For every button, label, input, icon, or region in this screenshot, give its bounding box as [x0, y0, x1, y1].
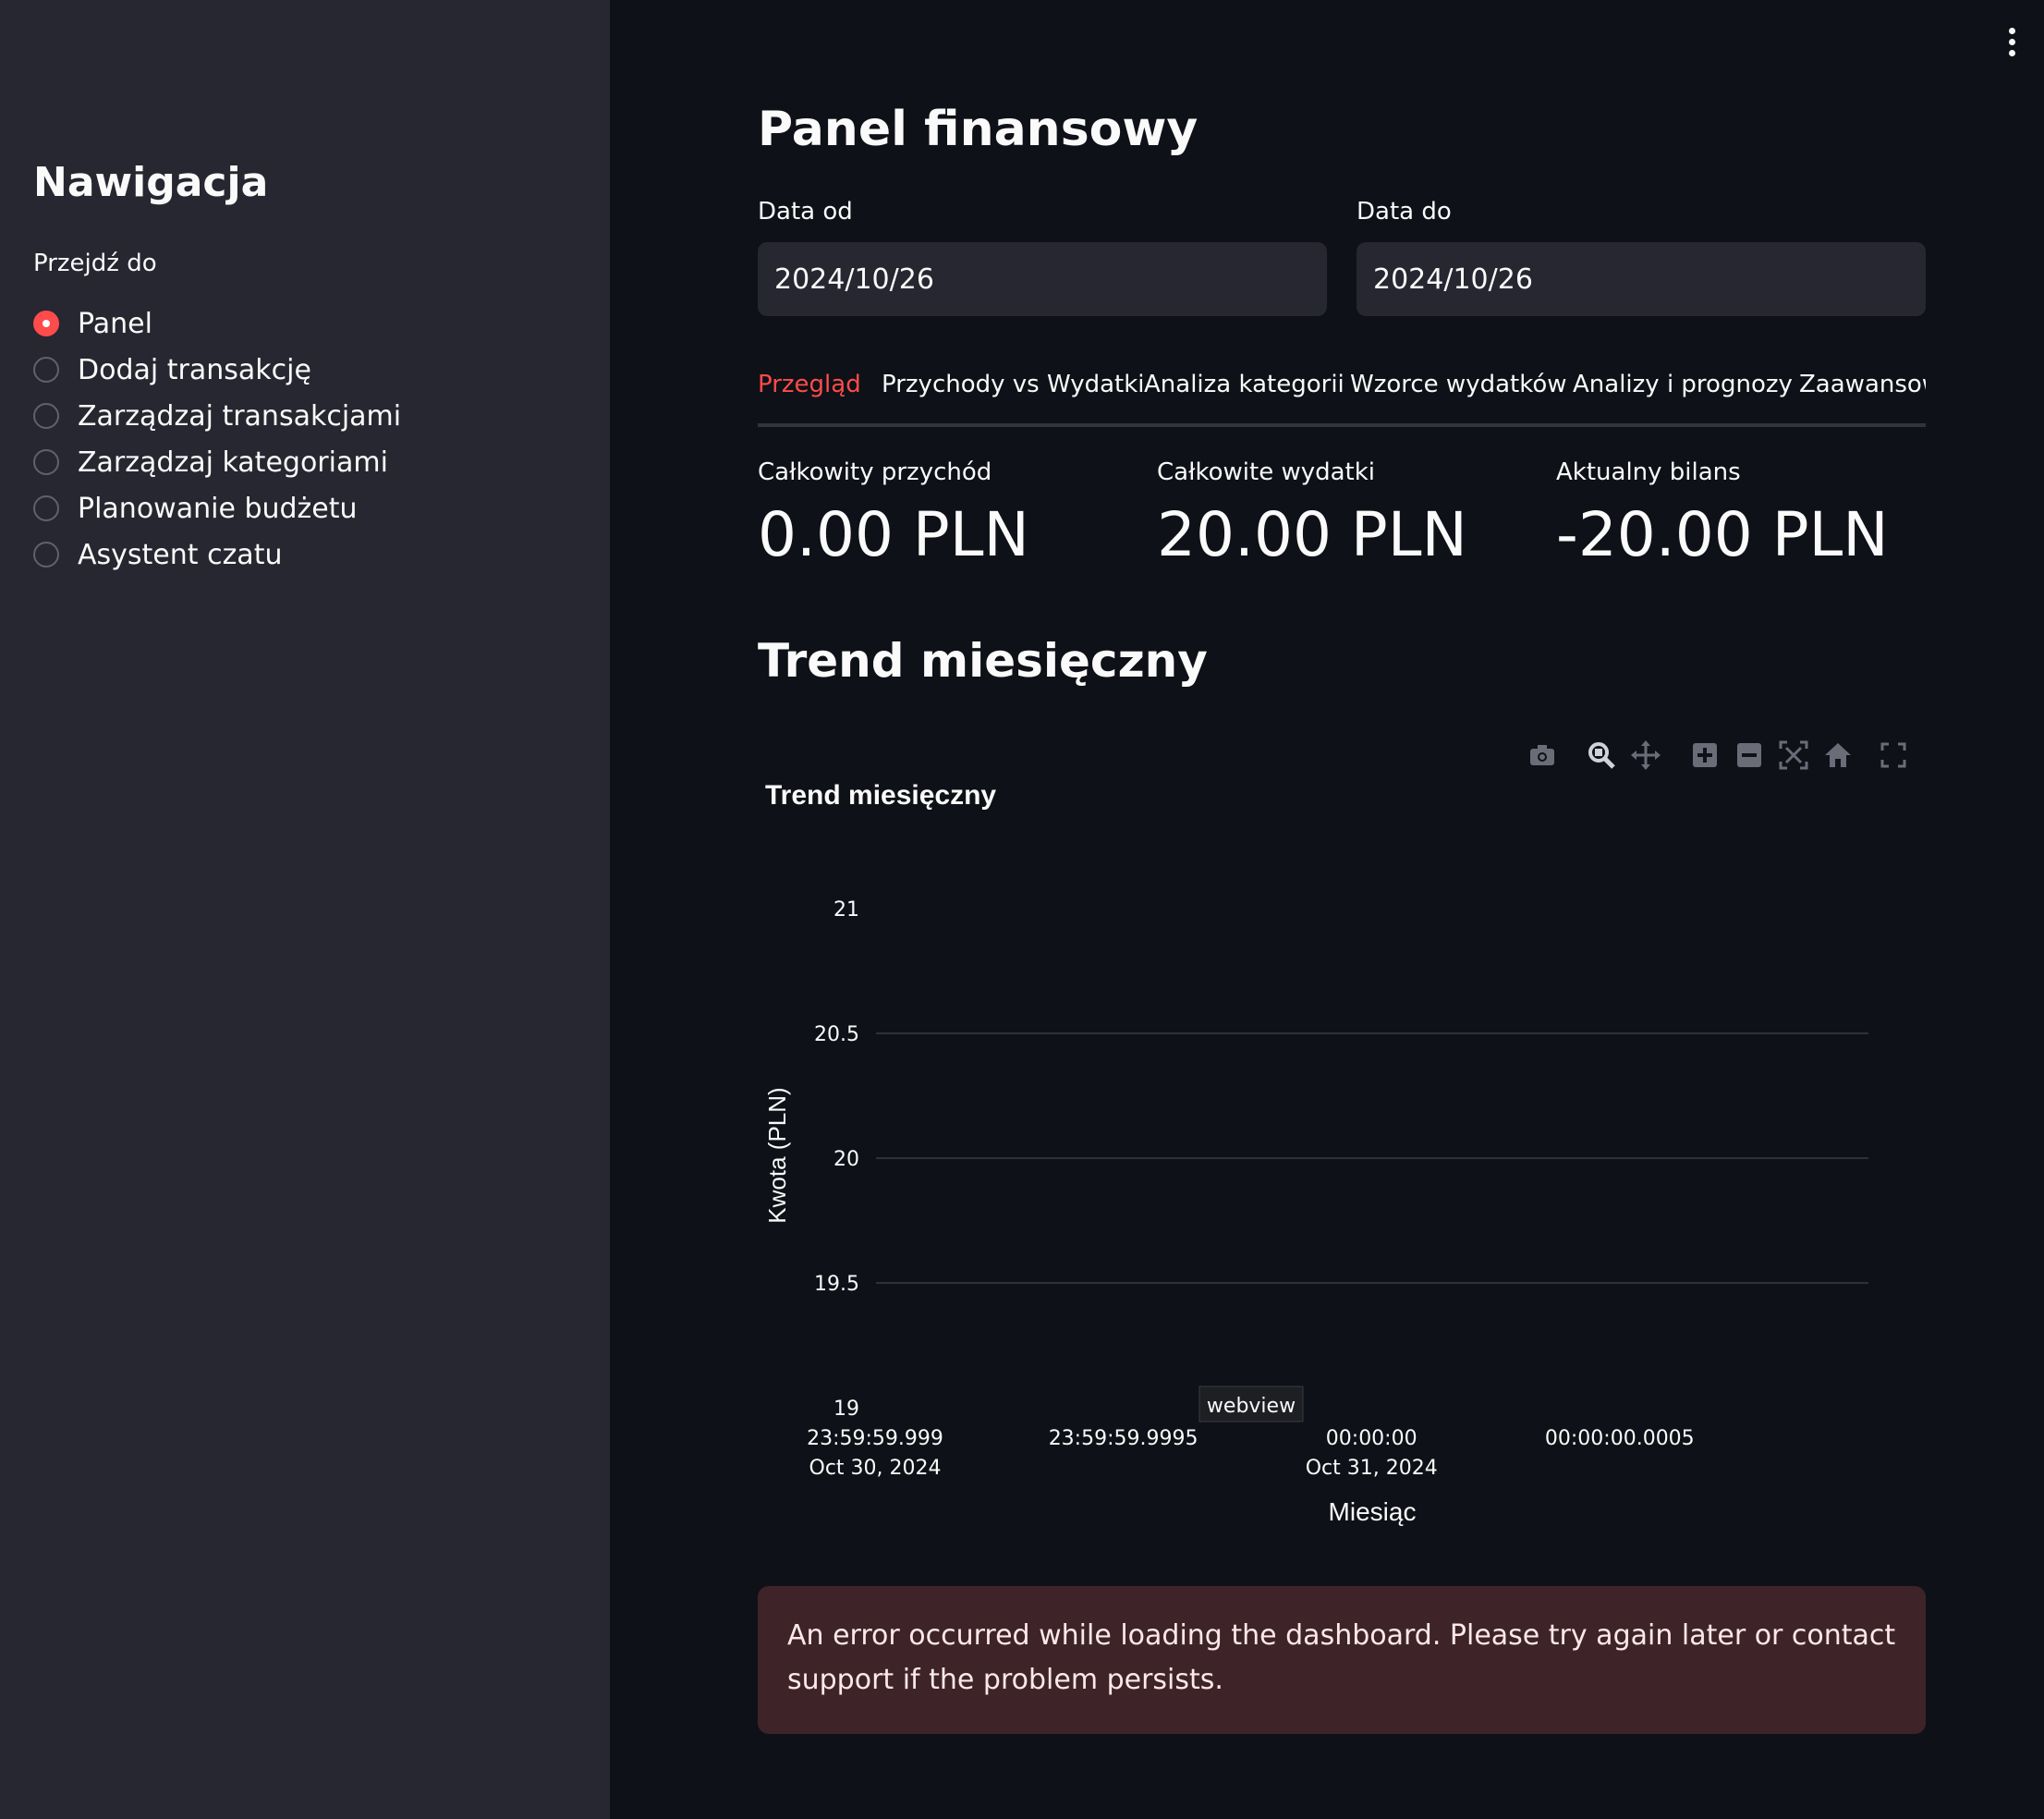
date-from-input[interactable]: [758, 242, 1327, 316]
zoom-out-icon[interactable]: [1734, 739, 1765, 771]
metric-value: -20.00 PLN: [1556, 499, 1889, 570]
reset-axes-icon[interactable]: [1822, 739, 1854, 771]
nav-radio-label: Panel: [78, 307, 152, 340]
nav-radio-panel[interactable]: Panel: [33, 300, 401, 347]
date-to-label: Data do: [1357, 198, 1452, 226]
error-alert: An error occurred while loading the dash…: [758, 1586, 1926, 1734]
tab-category-analysis[interactable]: Analiza kategorii: [1144, 366, 1344, 423]
x-tick-label: Oct 30, 2024: [809, 1457, 942, 1480]
nav-radio-manage-categories[interactable]: Zarządzaj kategoriami: [33, 439, 401, 485]
nav-radio-label: Planowanie budżetu: [78, 492, 358, 525]
x-tick-label: 00:00:00: [1326, 1427, 1417, 1450]
chart-title: Trend miesięczny: [765, 780, 996, 811]
y-tick-label: 20.5: [814, 1023, 859, 1046]
metric-value: 20.00 PLN: [1157, 499, 1467, 570]
x-axis-label: Miesiąc: [1329, 1497, 1417, 1526]
y-tick-label: 19.5: [814, 1273, 859, 1296]
nav-radio-chat-assistant[interactable]: Asystent czatu: [33, 531, 401, 578]
tab-analytics-forecasts[interactable]: Analizy i prognozy: [1573, 366, 1793, 423]
sidebar-title: Nawigacja: [33, 159, 269, 206]
radio-selected-icon[interactable]: [33, 311, 59, 336]
nav-radio-label: Zarządzaj transakcjami: [78, 399, 402, 433]
tooltip-text: webview: [1207, 1395, 1296, 1418]
camera-icon[interactable]: [1527, 739, 1558, 771]
section-title: Trend miesięczny: [758, 634, 1208, 688]
tab-spending-patterns[interactable]: Wzorce wydatków: [1350, 366, 1567, 423]
hover-tooltip: webview: [1198, 1386, 1304, 1422]
sidebar: Nawigacja Przejdź do Panel Dodaj transak…: [0, 0, 610, 1819]
pan-icon[interactable]: [1630, 739, 1661, 771]
navigation-radio-group: Panel Dodaj transakcję Zarządzaj transak…: [33, 300, 401, 578]
radio-unselected-icon[interactable]: [33, 449, 59, 475]
tab-bar: Przegląd Przychody vs Wydatki Analiza ka…: [758, 366, 1926, 427]
x-tick-label: Oct 31, 2024: [1306, 1457, 1438, 1480]
x-tick-label: 23:59:59.999: [807, 1427, 943, 1450]
tab-overview[interactable]: Przegląd: [758, 366, 861, 423]
nav-radio-label: Asystent czatu: [78, 538, 283, 571]
navigation-radio-label: Przejdź do: [33, 250, 157, 277]
tab-income-vs-expenses[interactable]: Przychody vs Wydatki: [882, 366, 1145, 423]
nav-radio-manage-transactions[interactable]: Zarządzaj transakcjami: [33, 393, 401, 439]
metric-total-expenses: Całkowite wydatki 20.00 PLN: [1157, 458, 1467, 570]
y-axis-label: Kwota (PLN): [763, 1087, 791, 1223]
nav-radio-label: Zarządzaj kategoriami: [78, 446, 388, 479]
tab-advanced[interactable]: Zaawansow: [1799, 366, 1926, 423]
date-from-group: Data od: [758, 198, 1327, 316]
y-tick-label: 19: [833, 1398, 859, 1421]
radio-unselected-icon[interactable]: [33, 403, 59, 429]
metric-label: Aktualny bilans: [1556, 458, 1741, 486]
date-to-input[interactable]: [1357, 242, 1926, 316]
x-tick-label: 00:00:00.0005: [1545, 1427, 1695, 1450]
page-title: Panel finansowy: [758, 102, 1198, 157]
zoom-icon[interactable]: [1586, 739, 1617, 771]
metric-current-balance: Aktualny bilans -20.00 PLN: [1556, 458, 1889, 570]
fullscreen-icon[interactable]: [1878, 739, 1909, 771]
radio-unselected-icon[interactable]: [33, 495, 59, 521]
radio-unselected-icon[interactable]: [33, 542, 59, 568]
zoom-in-icon[interactable]: [1689, 739, 1721, 771]
main-menu-icon[interactable]: [2007, 28, 2018, 61]
nav-radio-add-transaction[interactable]: Dodaj transakcję: [33, 347, 401, 393]
radio-unselected-icon[interactable]: [33, 357, 59, 383]
trend-chart-svg: Trend miesięczny 21 20.5 20 19.5 19 23:59:59…: [763, 780, 1868, 1526]
nav-radio-label: Dodaj transakcję: [78, 353, 311, 386]
y-tick-label: 21: [833, 898, 859, 922]
x-tick-label: 23:59:59.9995: [1049, 1427, 1198, 1450]
metric-value: 0.00 PLN: [758, 499, 1029, 570]
date-from-label: Data od: [758, 198, 853, 226]
metric-total-income: Całkowity przychód 0.00 PLN: [758, 458, 1029, 570]
trend-chart: Trend miesięczny 21 20.5 20 19.5 19 23:59:59…: [758, 730, 1926, 1562]
nav-radio-budget-planning[interactable]: Planowanie budżetu: [33, 485, 401, 531]
y-tick-label: 20: [833, 1148, 859, 1171]
metric-label: Całkowity przychód: [758, 458, 992, 486]
date-to-group: Data do: [1357, 198, 1926, 316]
metric-label: Całkowite wydatki: [1157, 458, 1376, 486]
autoscale-icon[interactable]: [1778, 739, 1809, 771]
